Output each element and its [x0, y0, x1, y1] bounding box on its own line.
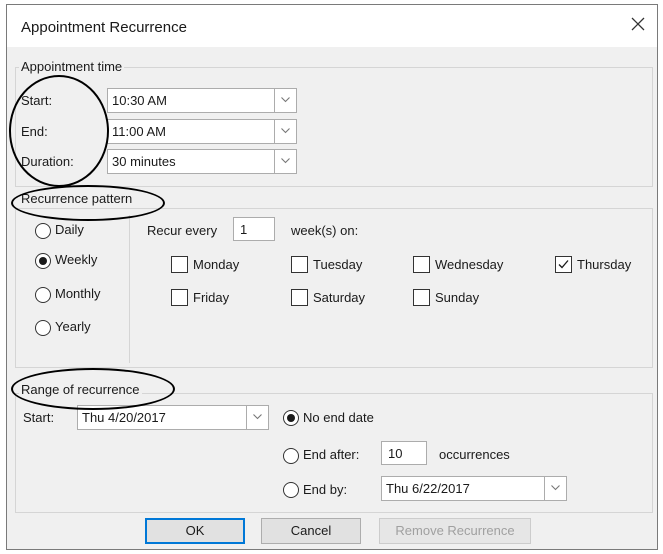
ok-button[interactable]: OK: [145, 518, 245, 544]
start-time-combo[interactable]: 10:30 AM: [107, 88, 297, 113]
recur-every-input[interactable]: 1: [233, 217, 275, 241]
wednesday-checkbox[interactable]: [413, 256, 430, 273]
yearly-radio[interactable]: [35, 320, 51, 336]
chevron-down-icon[interactable]: [274, 120, 296, 143]
no-end-date-radio[interactable]: [283, 410, 299, 426]
title-bar: Appointment Recurrence: [7, 5, 657, 47]
sunday-checkbox[interactable]: [413, 289, 430, 306]
end-by-combo[interactable]: Thu 6/22/2017: [381, 476, 567, 501]
tuesday-checkbox[interactable]: [291, 256, 308, 273]
appointment-time-legend: Appointment time: [19, 59, 125, 74]
yearly-label: Yearly: [55, 319, 91, 334]
checkmark-icon: [558, 260, 569, 269]
end-after-radio[interactable]: [283, 448, 299, 464]
remove-recurrence-button[interactable]: Remove Recurrence: [379, 518, 531, 544]
end-by-label: End by:: [303, 482, 348, 497]
duration-value: 30 minutes: [112, 154, 176, 169]
chevron-down-icon[interactable]: [274, 89, 296, 112]
end-after-input[interactable]: 10: [381, 441, 427, 465]
chevron-down-icon[interactable]: [544, 477, 566, 500]
daily-radio[interactable]: [35, 223, 51, 239]
range-start-combo[interactable]: Thu 4/20/2017: [77, 405, 269, 430]
friday-checkbox[interactable]: [171, 289, 188, 306]
end-after-value: 10: [388, 446, 403, 461]
start-time-value: 10:30 AM: [112, 93, 167, 108]
recur-every-value: 1: [240, 222, 248, 237]
duration-label: Duration:: [21, 154, 74, 169]
weeks-on-label: week(s) on:: [291, 223, 359, 238]
sunday-label: Sunday: [435, 290, 480, 305]
saturday-checkbox[interactable]: [291, 289, 308, 306]
tuesday-label: Tuesday: [313, 257, 363, 272]
close-icon[interactable]: [629, 15, 647, 33]
end-by-value: Thu 6/22/2017: [386, 481, 470, 496]
no-end-date-label: No end date: [303, 410, 374, 425]
saturday-label: Saturday: [313, 290, 366, 305]
start-time-label: Start:: [21, 93, 53, 108]
duration-combo[interactable]: 30 minutes: [107, 149, 297, 174]
chevron-down-icon[interactable]: [274, 150, 296, 173]
end-after-label: End after:: [303, 447, 360, 462]
end-time-combo[interactable]: 11:00 AM: [107, 119, 297, 144]
occurrences-label: occurrences: [439, 447, 510, 462]
range-of-recurrence-legend: Range of recurrence: [19, 382, 142, 397]
dialog-title: Appointment Recurrence: [21, 19, 187, 36]
monthly-label: Monthly: [55, 286, 101, 301]
weekly-label: Weekly: [55, 252, 98, 267]
monday-checkbox[interactable]: [171, 256, 188, 273]
thursday-label: Thursday: [577, 257, 632, 272]
range-start-label: Start:: [23, 410, 55, 425]
monday-label: Monday: [193, 257, 240, 272]
thursday-checkbox[interactable]: [555, 256, 572, 273]
end-time-value: 11:00 AM: [112, 124, 166, 139]
recurrence-pattern-legend: Recurrence pattern: [19, 191, 135, 206]
daily-label: Daily: [55, 222, 84, 237]
pattern-divider: [129, 215, 130, 363]
appointment-recurrence-dialog: Appointment Recurrence Appointment time …: [6, 4, 658, 550]
chevron-down-icon[interactable]: [246, 406, 268, 429]
end-time-label: End:: [21, 124, 48, 139]
range-start-value: Thu 4/20/2017: [82, 410, 166, 425]
monthly-radio[interactable]: [35, 287, 51, 303]
wednesday-label: Wednesday: [435, 257, 504, 272]
cancel-button[interactable]: Cancel: [261, 518, 361, 544]
end-by-radio[interactable]: [283, 482, 299, 498]
friday-label: Friday: [193, 290, 230, 305]
recur-every-label: Recur every: [147, 223, 218, 238]
weekly-radio[interactable]: [35, 253, 51, 269]
